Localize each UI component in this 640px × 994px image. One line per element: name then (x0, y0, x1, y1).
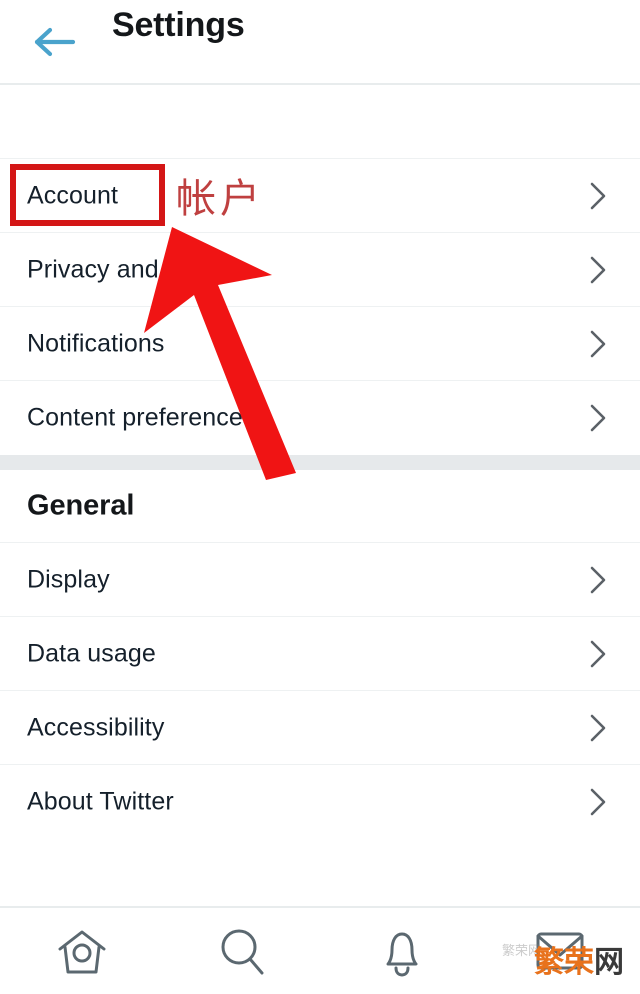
chevron-right-icon (588, 180, 608, 212)
section-heading-label: General (27, 489, 135, 522)
chevron-right-icon (588, 712, 608, 744)
section-heading-general: General (0, 470, 640, 542)
settings-screen: Settings Account Privacy and safety Noti… (0, 0, 640, 994)
settings-row-privacy-and-safety[interactable]: Privacy and safety (0, 232, 640, 306)
nav-item-home[interactable] (42, 922, 122, 982)
section-separator-band (0, 455, 640, 470)
settings-row-display[interactable]: Display (0, 542, 640, 616)
page-title: Settings (112, 6, 245, 44)
chevron-right-icon (588, 564, 608, 596)
settings-row-notifications[interactable]: Notifications (0, 306, 640, 380)
chevron-right-icon (588, 638, 608, 670)
nav-item-messages[interactable] (520, 922, 600, 982)
row-label: Content preferences (27, 403, 256, 431)
back-arrow-icon[interactable] (30, 20, 80, 64)
settings-row-content-preferences[interactable]: Content preferences (0, 380, 640, 454)
chevron-right-icon (588, 402, 608, 434)
search-icon (202, 922, 282, 987)
chevron-right-icon (588, 254, 608, 286)
bottom-navigation-bar (0, 906, 640, 994)
row-label: Notifications (27, 329, 165, 357)
row-label: Accessibility (27, 713, 165, 741)
chevron-right-icon (588, 786, 608, 818)
settings-section-account: Account Privacy and safety Notifications (0, 158, 640, 454)
row-label: Data usage (27, 639, 156, 667)
settings-row-accessibility[interactable]: Accessibility (0, 690, 640, 764)
row-label: Privacy and safety (27, 255, 234, 283)
settings-row-account[interactable]: Account (0, 158, 640, 232)
app-header: Settings (0, 0, 640, 85)
row-label: Account (27, 181, 119, 209)
chevron-right-icon (588, 328, 608, 360)
bell-icon (362, 922, 442, 987)
annotation-callout-text: 帐户 (176, 176, 264, 222)
settings-section-general: General Display Data usage Accessibility (0, 470, 640, 838)
envelope-icon (520, 922, 600, 987)
settings-row-data-usage[interactable]: Data usage (0, 616, 640, 690)
row-label: Display (27, 565, 110, 593)
row-label: About Twitter (27, 787, 174, 815)
nav-item-notifications[interactable] (362, 922, 442, 982)
nav-item-search[interactable] (202, 922, 282, 982)
settings-row-about-twitter[interactable]: About Twitter (0, 764, 640, 838)
header-spacer (0, 87, 640, 158)
home-icon (42, 922, 122, 987)
